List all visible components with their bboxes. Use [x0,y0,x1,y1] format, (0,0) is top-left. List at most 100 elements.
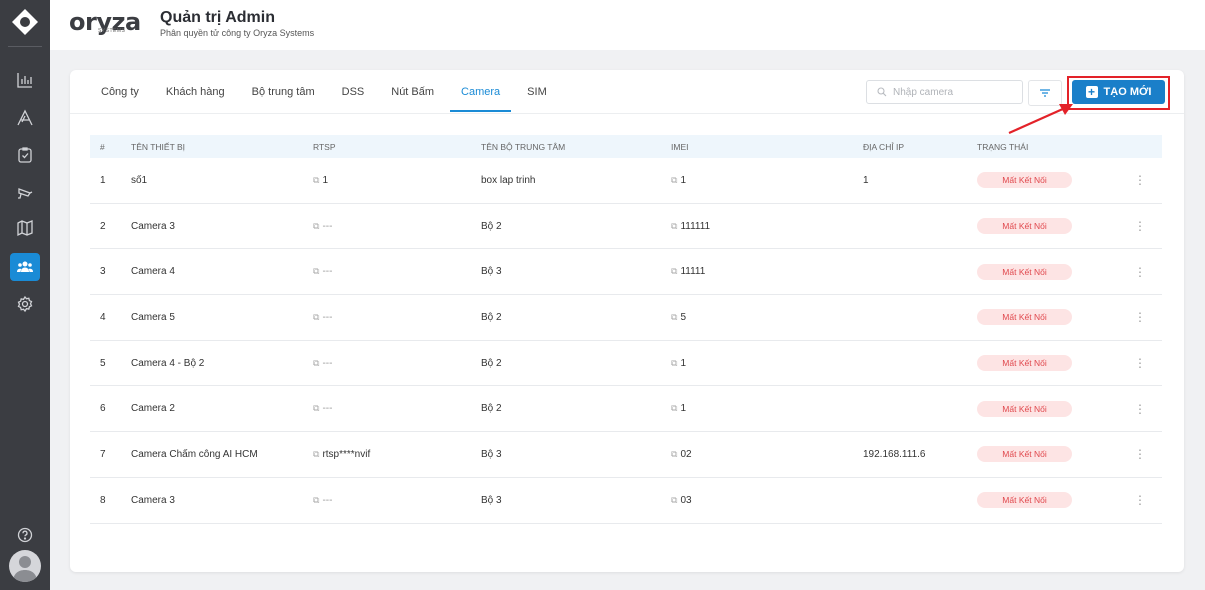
imei-cell[interactable]: ⧉ 1 [671,403,686,414]
imei-cell[interactable]: ⧉ 1 [671,175,686,186]
center-name: box lap trinh [481,174,536,186]
status-cell: Mất Kết Nối [977,400,1072,417]
copy-icon[interactable]: ⧉ [313,175,319,185]
copy-icon[interactable]: ⧉ [671,221,677,231]
col-ip: ĐỊA CHỈ IP [863,141,905,152]
map-icon [17,220,33,237]
page-header: oryza SYSTEMS Quản trị Admin Phân quyền … [50,0,1205,50]
copy-icon[interactable]: ⧉ [671,449,677,459]
more-options-icon[interactable]: ⋮ [1134,403,1146,415]
imei-value: 11111 [680,266,706,278]
ip-address: 192.168.111.6 [863,448,926,460]
imei-cell[interactable]: ⧉ 02 [671,449,692,460]
imei-value: 1 [680,174,686,186]
content-card: Công ty Khách hàng Bộ trung tâm DSS Nút Bấm C… [70,70,1184,572]
device-name: Camera 4 [131,266,175,278]
tab-6[interactable]: SIM [516,70,558,114]
center-name: Bộ 3 [481,494,502,506]
status-cell: Mất Kết Nối [977,446,1072,463]
imei-cell[interactable]: ⧉ 03 [671,495,692,506]
table-row[interactable]: 4 Camera 5 ⧉ --- Bộ 2 ⧉ 5 Mất Kết Nối ⋮ [90,295,1162,341]
more-options-icon[interactable]: ⋮ [1134,311,1146,323]
tab-1[interactable]: Khách hàng [155,70,236,114]
copy-icon[interactable]: ⧉ [313,449,319,459]
rtsp-cell[interactable]: ⧉ 1 [313,175,328,186]
app-logo-icon[interactable] [11,8,39,36]
table-row[interactable]: 5 Camera 4 - Bộ 2 ⧉ --- Bộ 2 ⧉ 1 Mất Kết Nối ⋮ [90,341,1162,387]
rtsp-cell[interactable]: ⧉ --- [313,312,332,323]
tab-3[interactable]: DSS [331,70,376,114]
row-number: 2 [100,220,106,232]
tab-0[interactable]: Công ty [90,70,150,114]
copy-icon[interactable]: ⧉ [671,358,677,368]
create-new-button[interactable]: + TẠO MỚI [1072,80,1165,104]
tab-4[interactable]: Nút Bấm [380,70,445,114]
imei-cell[interactable]: ⧉ 11111 [671,266,705,277]
sidebar-item-admin[interactable] [10,253,40,281]
brand-subtitle: SYSTEMS [98,28,126,34]
user-avatar-icon [13,556,37,582]
copy-icon[interactable]: ⧉ [671,312,677,322]
rtsp-cell[interactable]: ⧉ rtsp****nvif [313,449,370,460]
imei-cell[interactable]: ⧉ 5 [671,312,686,323]
sidebar-item-settings[interactable] [10,290,40,318]
rtsp-value: --- [322,494,333,506]
col-device-name: TÊN THIẾT BỊ [131,141,186,152]
create-button-label: TẠO MỚI [1103,86,1152,98]
center-name: Bộ 3 [481,448,502,460]
copy-icon[interactable]: ⧉ [313,221,319,231]
copy-icon[interactable]: ⧉ [313,266,319,276]
imei-cell[interactable]: ⧉ 111111 [671,221,710,232]
tab-2[interactable]: Bộ trung tâm [241,70,326,114]
sidebar-item-a[interactable] [10,104,40,132]
copy-icon[interactable]: ⧉ [671,266,677,276]
rtsp-cell[interactable]: ⧉ --- [313,358,332,369]
copy-icon[interactable]: ⧉ [313,312,319,322]
table-row[interactable]: 6 Camera 2 ⧉ --- Bộ 2 ⧉ 1 Mất Kết Nối ⋮ [90,386,1162,433]
sidebar-item-map[interactable] [10,214,40,242]
sidebar-item-dashboard[interactable] [10,66,40,94]
rtsp-cell[interactable]: ⧉ --- [313,403,332,414]
camera-icon [18,188,33,199]
search-input[interactable] [893,86,1018,98]
col-rtsp: RTSP [313,141,336,152]
table-row[interactable]: 2 Camera 3 ⧉ --- Bộ 2 ⧉ 111111 Mất Kết Nối ⋮ [90,204,1162,250]
table-row[interactable]: 8 Camera 3 ⧉ --- Bộ 3 ⧉ 03 Mất Kết Nối ⋮ [90,478,1162,524]
more-options-icon[interactable]: ⋮ [1134,494,1146,506]
center-name: Bộ 3 [481,266,502,278]
copy-icon[interactable]: ⧉ [671,175,677,185]
copy-icon[interactable]: ⧉ [313,403,319,413]
table-row[interactable]: 7 Camera Chấm công AI HCM ⧉ rtsp****nvif Bộ … [90,432,1162,478]
sidebar-item-help[interactable] [10,521,40,549]
rtsp-cell[interactable]: ⧉ --- [313,221,332,232]
status-cell: Mất Kết Nối [977,172,1072,189]
more-options-icon[interactable]: ⋮ [1134,220,1146,232]
copy-icon[interactable]: ⧉ [671,403,677,413]
tab-5[interactable]: Camera [450,70,512,114]
copy-icon[interactable]: ⧉ [671,495,677,505]
col-status: TRẠNG THÁI [977,141,1029,152]
user-avatar[interactable] [9,550,41,582]
copy-icon[interactable]: ⧉ [313,495,319,505]
search-box[interactable] [866,80,1023,104]
imei-value: 111111 [680,220,711,232]
more-options-icon[interactable]: ⋮ [1134,357,1146,369]
rtsp-cell[interactable]: ⧉ --- [313,495,332,506]
sidebar-item-tasks[interactable] [10,141,40,169]
col-imei: IMEI [671,141,689,152]
more-options-icon[interactable]: ⋮ [1134,448,1146,460]
center-name: Bộ 2 [481,311,502,323]
table-row[interactable]: 1 số1 ⧉ 1 box lap trinh ⧉ 1 1 Mất Kết Nối ⋮ [90,158,1162,204]
more-options-icon[interactable]: ⋮ [1134,266,1146,278]
row-number: 7 [100,448,106,460]
row-number: 3 [100,266,106,278]
more-options-icon[interactable]: ⋮ [1134,174,1146,186]
device-name: số1 [131,174,148,186]
sidebar-item-camera[interactable] [10,178,40,206]
table-row[interactable]: 3 Camera 4 ⧉ --- Bộ 3 ⧉ 11111 Mất Kết Nối ⋮ [90,249,1162,296]
row-number: 8 [100,494,106,506]
tab-bar: Công ty Khách hàng Bộ trung tâm DSS Nút Bấm C… [90,70,563,114]
rtsp-cell[interactable]: ⧉ --- [313,266,332,277]
copy-icon[interactable]: ⧉ [313,358,319,368]
imei-cell[interactable]: ⧉ 1 [671,358,686,369]
